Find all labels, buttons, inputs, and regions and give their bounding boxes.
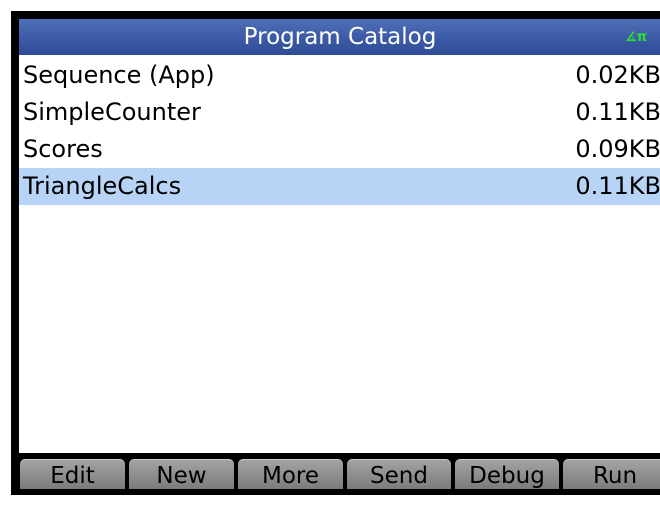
program-size: 0.02KB bbox=[575, 61, 660, 89]
more-button[interactable]: More bbox=[238, 459, 343, 489]
program-name: Scores bbox=[23, 135, 103, 163]
angle-mode-indicator-icon: ∡π bbox=[625, 30, 647, 45]
program-size: 0.09KB bbox=[575, 135, 660, 163]
program-row-trianglecalcs[interactable]: TriangleCalcs 0.11KB bbox=[19, 168, 660, 205]
program-size: 0.11KB bbox=[575, 172, 660, 200]
new-button[interactable]: New bbox=[129, 459, 234, 489]
run-button[interactable]: Run bbox=[563, 459, 660, 489]
debug-button[interactable]: Debug bbox=[455, 459, 559, 489]
edit-button[interactable]: Edit bbox=[20, 459, 125, 489]
program-row-scores[interactable]: Scores 0.09KB bbox=[19, 131, 660, 168]
program-row-simplecounter[interactable]: SimpleCounter 0.11KB bbox=[19, 94, 660, 131]
program-name: Sequence (App) bbox=[23, 61, 215, 89]
calculator-screen: Program Catalog ∡π Sequence (App) 0.02KB… bbox=[11, 11, 660, 495]
send-button[interactable]: Send bbox=[347, 459, 451, 489]
program-row-sequence-app[interactable]: Sequence (App) 0.02KB bbox=[19, 57, 660, 94]
title-bar: Program Catalog ∡π bbox=[19, 19, 660, 55]
page-title: Program Catalog bbox=[243, 24, 437, 50]
program-list: Sequence (App) 0.02KB SimpleCounter 0.11… bbox=[19, 57, 660, 205]
program-name: TriangleCalcs bbox=[23, 172, 182, 200]
program-size: 0.11KB bbox=[575, 98, 660, 126]
program-name: SimpleCounter bbox=[23, 98, 201, 126]
softkey-menu-bar: Edit New More Send Debug Run bbox=[19, 453, 660, 489]
